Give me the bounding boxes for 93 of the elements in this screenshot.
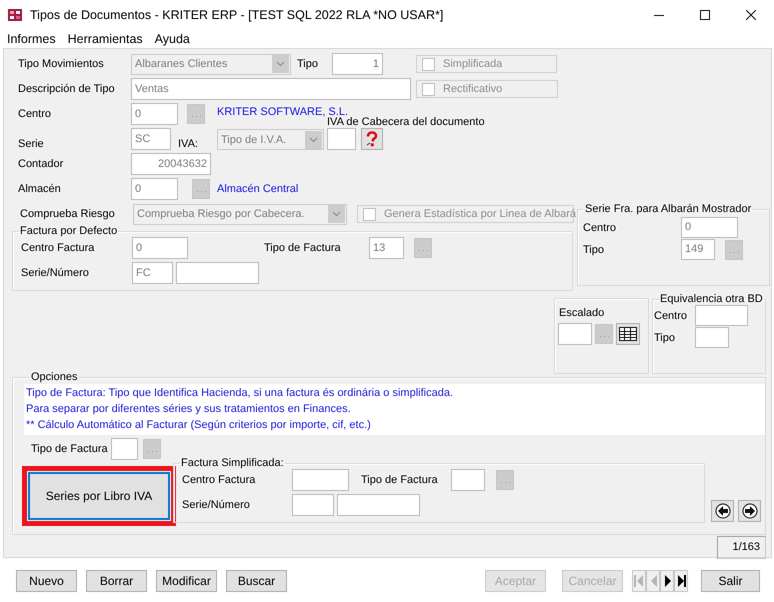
question-icon bbox=[365, 131, 379, 147]
menu-item[interactable]: Herramientas bbox=[62, 32, 149, 46]
field-label: Centro bbox=[583, 222, 616, 234]
action-button[interactable]: Buscar bbox=[226, 570, 287, 592]
input-field[interactable]: SC bbox=[131, 128, 171, 150]
action-button: Cancelar bbox=[562, 570, 623, 592]
group-label: Opciones bbox=[30, 371, 78, 383]
input-field[interactable] bbox=[695, 327, 729, 348]
input-field[interactable]: 1 bbox=[332, 53, 383, 75]
browse-button[interactable] bbox=[192, 179, 210, 199]
record-counter: 1/163 bbox=[717, 536, 766, 559]
input-field[interactable] bbox=[292, 469, 349, 491]
menu-item[interactable]: Informes bbox=[1, 32, 62, 46]
input-field[interactable]: 0 bbox=[132, 237, 188, 259]
group-label: Factura por Defecto bbox=[19, 225, 118, 237]
field-label: Tipo de Factura bbox=[264, 242, 341, 254]
skip-forward-icon bbox=[675, 572, 687, 588]
field-label: Almacén bbox=[18, 183, 61, 195]
note-text: Para separar por diferentes séries y sus tratamientos en Finances. bbox=[26, 402, 352, 417]
input-field[interactable]: 0 bbox=[681, 217, 738, 238]
help-button[interactable] bbox=[361, 128, 383, 150]
close-icon bbox=[746, 10, 756, 20]
caret-icon bbox=[328, 205, 345, 223]
field-label: Descripción de Tipo bbox=[18, 83, 115, 95]
group-label: Factura Simplificada: bbox=[180, 457, 285, 469]
field-label: Serie bbox=[18, 138, 44, 150]
field-label: Tipo bbox=[583, 244, 604, 256]
exit-button[interactable]: Salir bbox=[701, 570, 760, 592]
group-label: Serie Fra. para Albarán Mostrador bbox=[584, 203, 752, 215]
input-field[interactable] bbox=[558, 323, 592, 345]
note-text: Tipo de Factura: Tipo que Identifica Hacienda, si una factura és ordinária o simplificada. bbox=[26, 386, 454, 401]
checkbox-label: Genera Estadística por Linea de Albará bbox=[384, 208, 576, 220]
input-field[interactable] bbox=[111, 438, 138, 460]
arrow-right-icon bbox=[742, 503, 758, 519]
browse-button[interactable] bbox=[725, 240, 743, 260]
field-label: Centro bbox=[654, 310, 688, 322]
input-field[interactable]: 0 bbox=[131, 178, 178, 200]
field-label: IVA: bbox=[178, 138, 198, 150]
warehouse-link[interactable]: Almacén Central bbox=[217, 183, 298, 195]
browse-button[interactable] bbox=[187, 104, 205, 124]
input-field[interactable] bbox=[337, 494, 420, 516]
browse-button[interactable] bbox=[496, 470, 514, 490]
browse-button[interactable] bbox=[414, 238, 432, 258]
field-label: Serie/Número bbox=[21, 267, 89, 279]
field-label: Tipo de Factura bbox=[31, 443, 108, 455]
last-record-button[interactable] bbox=[674, 570, 688, 592]
table-button[interactable] bbox=[616, 323, 640, 345]
input-field[interactable]: 0 bbox=[131, 103, 178, 125]
field-label: Centro Factura bbox=[182, 474, 256, 486]
field-label: Centro Factura bbox=[21, 242, 94, 254]
skip-back-icon bbox=[633, 572, 645, 588]
app-icon bbox=[7, 7, 23, 23]
action-button[interactable]: Nuevo bbox=[16, 570, 77, 592]
input-field[interactable]: FC bbox=[132, 262, 173, 284]
field-label: Tipo bbox=[297, 58, 318, 70]
action-button: Aceptar bbox=[485, 570, 546, 592]
input-field[interactable] bbox=[292, 494, 334, 516]
action-button[interactable]: Borrar bbox=[86, 570, 147, 592]
input-field[interactable] bbox=[327, 128, 356, 150]
input-field[interactable]: 13 bbox=[369, 237, 404, 259]
input-field[interactable]: 20043632 bbox=[131, 153, 211, 175]
action-button[interactable]: Modificar bbox=[156, 570, 217, 592]
field-label: Centro bbox=[18, 108, 52, 120]
field-label: Comprueba Riesgo bbox=[20, 208, 115, 220]
next-button[interactable] bbox=[738, 500, 761, 522]
previous-button[interactable] bbox=[711, 500, 734, 522]
field-label: Tipo bbox=[654, 332, 675, 344]
field-label: IVA de Cabecera del documento bbox=[327, 116, 485, 128]
group-label: Equivalencia otra BD bbox=[659, 293, 764, 305]
maximize-icon bbox=[700, 10, 710, 20]
series-button[interactable]: Series por Libro IVA bbox=[28, 472, 170, 520]
caret-icon bbox=[272, 55, 289, 73]
field-label: Contador bbox=[18, 158, 64, 170]
table-icon bbox=[619, 327, 637, 341]
caret-icon bbox=[305, 130, 322, 148]
input-field[interactable] bbox=[695, 305, 748, 326]
field-label: Tipo Movimientos bbox=[18, 58, 104, 70]
window-title: Tipos de Documentos - KRITER ERP - [TEST SQL 2022 RLA *NO USAR*] bbox=[30, 8, 444, 22]
menu-item[interactable]: Ayuda bbox=[148, 32, 196, 46]
field-label: Escalado bbox=[559, 307, 604, 319]
arrow-left-icon bbox=[714, 503, 730, 519]
input-field[interactable]: Ventas bbox=[131, 78, 411, 100]
input-field[interactable] bbox=[176, 262, 259, 284]
input-field[interactable] bbox=[451, 469, 485, 491]
next-record-button[interactable] bbox=[660, 570, 674, 592]
browse-button[interactable] bbox=[143, 439, 161, 459]
input-field[interactable]: 149 bbox=[681, 239, 715, 260]
checkbox-label: Rectificativo bbox=[443, 83, 502, 95]
browse-button[interactable] bbox=[595, 324, 613, 344]
field-label: Serie/Número bbox=[182, 499, 250, 511]
checkbox-label: Simplificada bbox=[443, 58, 502, 70]
field-label: Tipo de Factura bbox=[361, 474, 438, 486]
note-text: ** Cálculo Automático al Facturar (Según criterios por importe, cif, etc.) bbox=[26, 418, 372, 433]
